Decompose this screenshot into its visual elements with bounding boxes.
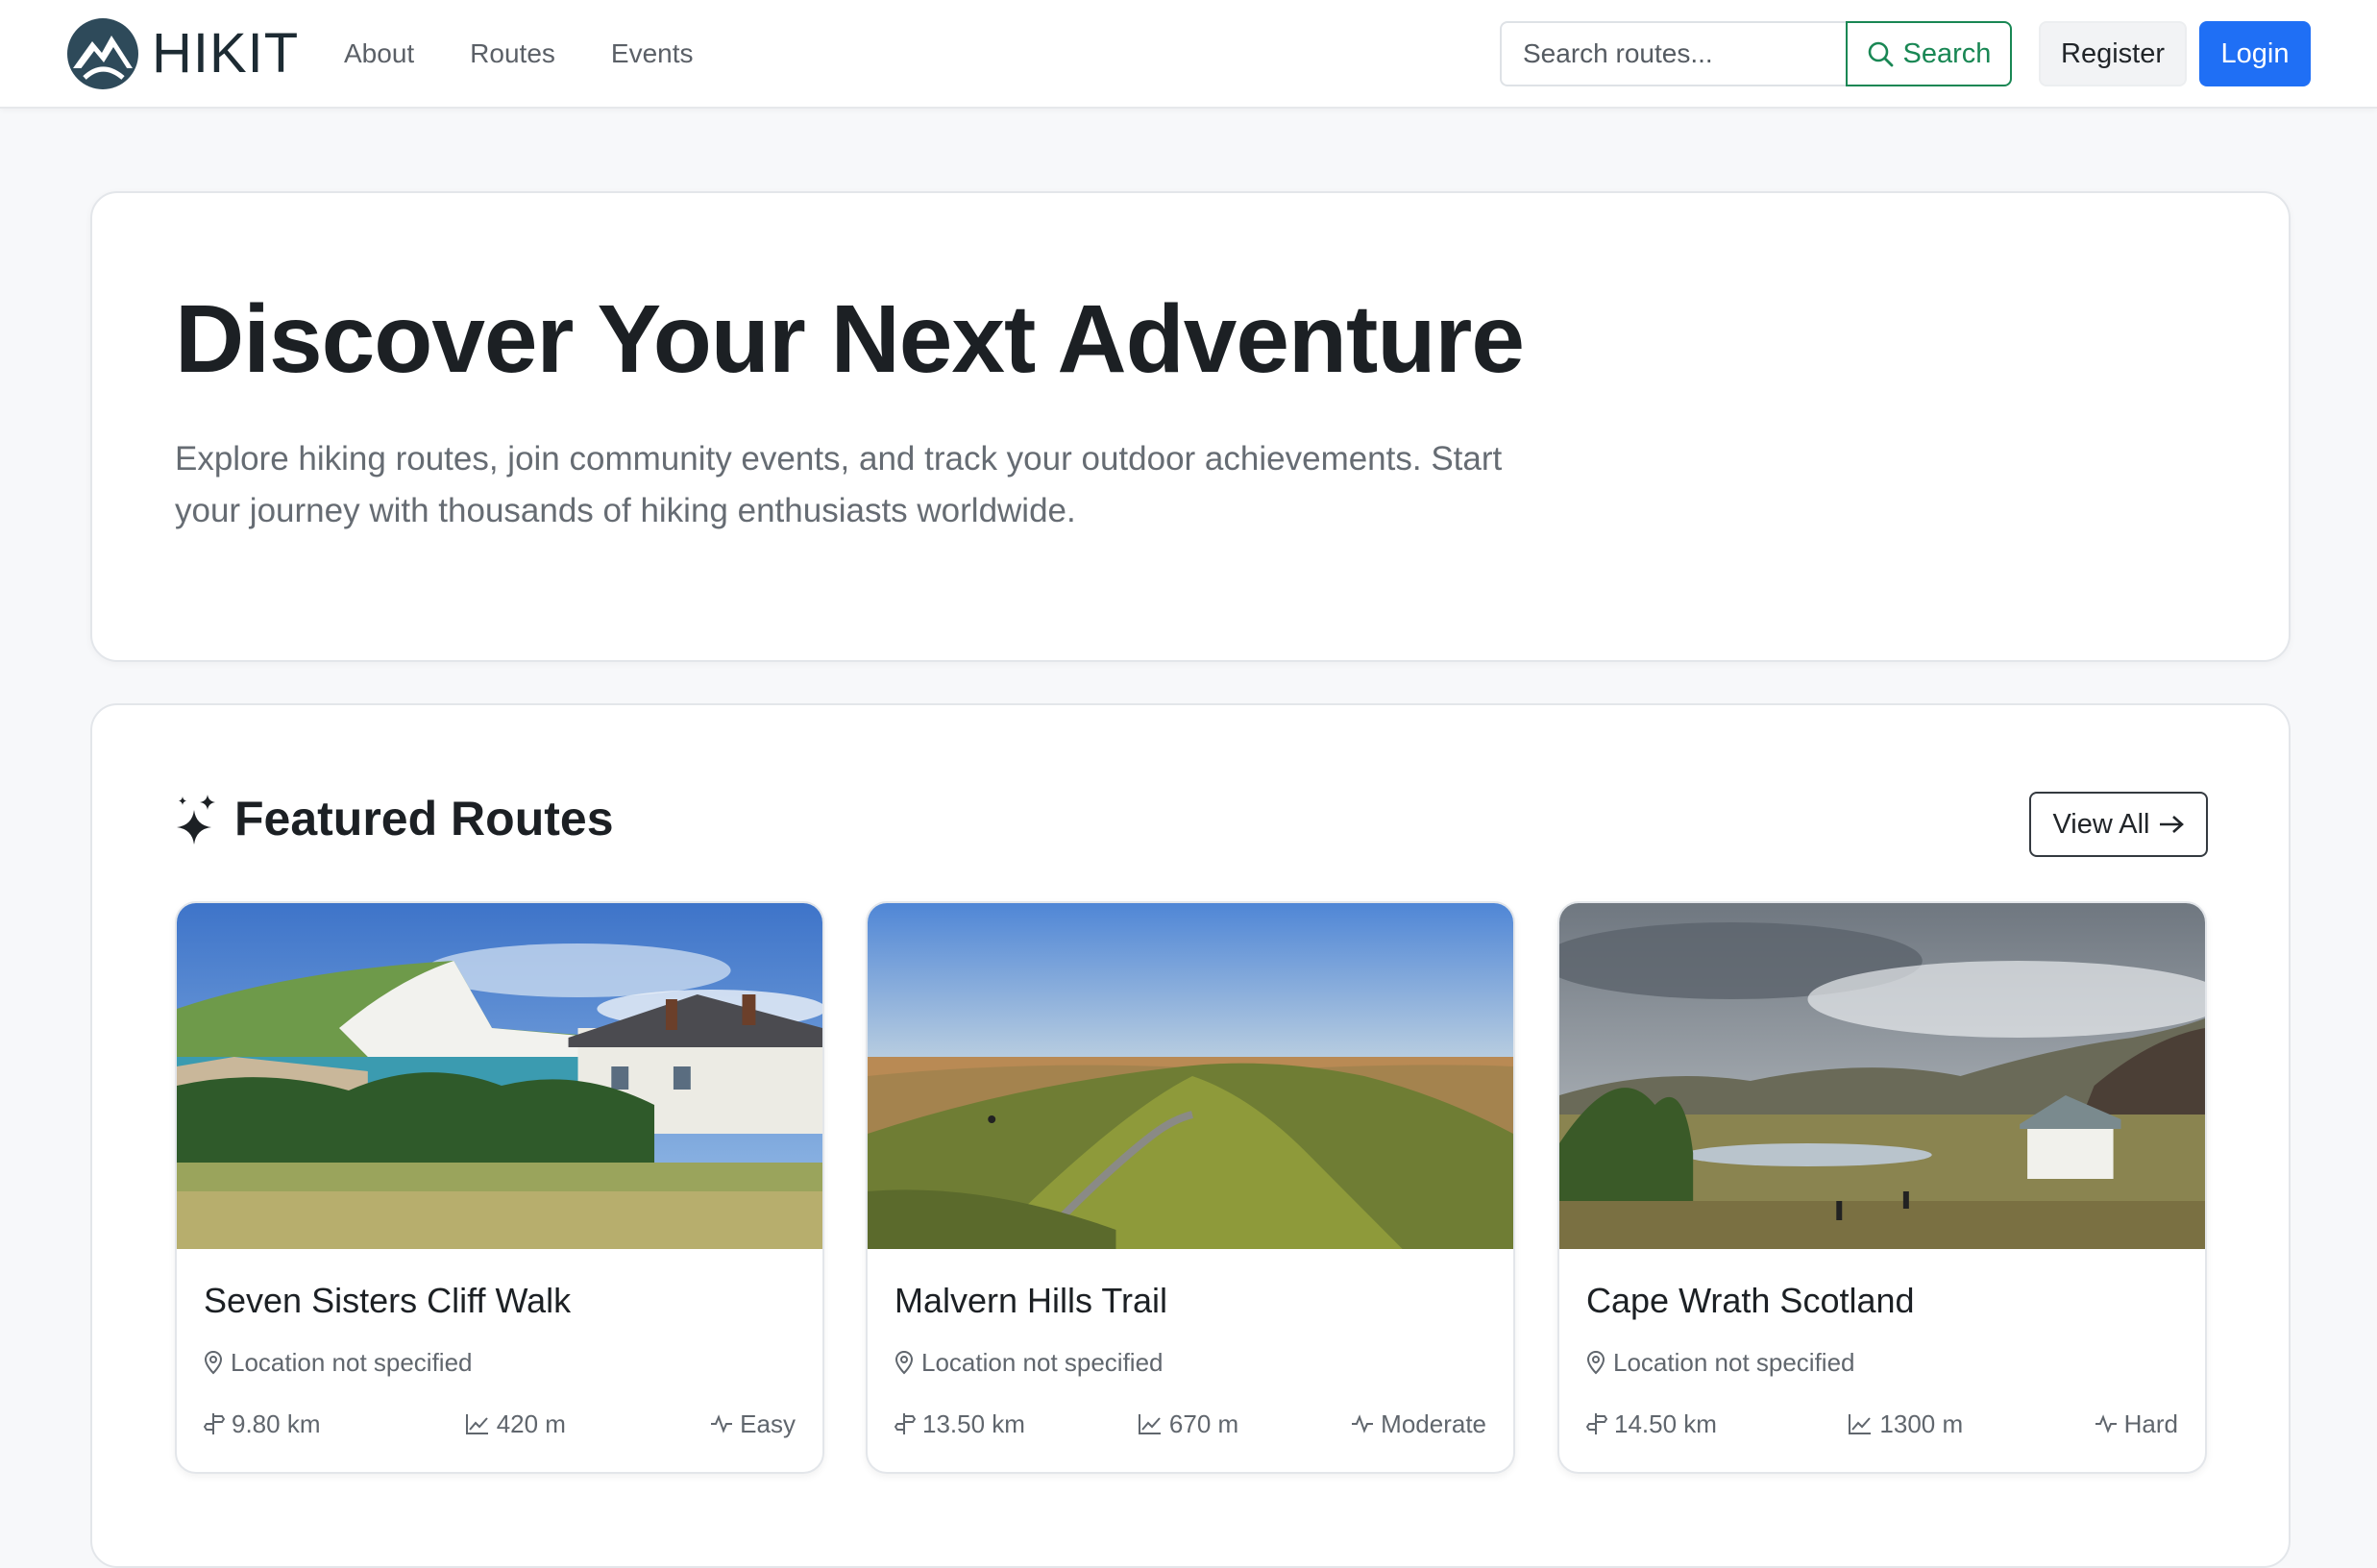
search-form: Search <box>1500 21 2012 86</box>
map-pin-icon <box>894 1350 914 1375</box>
route-difficulty-value: Hard <box>2123 1409 2178 1438</box>
activity-icon <box>710 1414 733 1433</box>
featured-section: Featured Routes View All Seven Sisters C… <box>90 703 2291 1568</box>
route-name: Cape Wrath Scotland <box>1586 1281 1915 1320</box>
navbar: HIKIT About Routes Events Search Registe… <box>0 0 2377 109</box>
route-distance: 13.50 km <box>894 1409 1025 1439</box>
activity-icon <box>2095 1414 2118 1433</box>
route-stats: 14.50 km 1300 m Hard <box>1586 1409 2178 1439</box>
chart-line-icon <box>1138 1412 1163 1435</box>
map-pin-icon <box>1586 1350 1605 1375</box>
route-distance-value: 13.50 km <box>922 1409 1025 1438</box>
route-image-cape-wrath <box>1559 903 2205 1249</box>
route-stats: 9.80 km 420 m Easy <box>204 1409 796 1439</box>
route-distance: 9.80 km <box>204 1409 321 1439</box>
route-location-text: Location not specified <box>231 1348 473 1377</box>
route-distance-value: 9.80 km <box>232 1409 321 1438</box>
route-distance: 14.50 km <box>1586 1409 1717 1439</box>
mountain-logo-icon <box>67 18 138 89</box>
route-image-seven-sisters <box>177 903 822 1249</box>
route-difficulty: Easy <box>710 1409 796 1439</box>
activity-icon <box>1351 1414 1374 1433</box>
nav-events[interactable]: Events <box>611 33 694 75</box>
view-all-label: View All <box>2052 808 2150 840</box>
route-difficulty-value: Easy <box>740 1409 796 1438</box>
route-difficulty: Moderate <box>1351 1409 1486 1439</box>
chart-line-icon <box>1848 1412 1873 1435</box>
route-difficulty: Hard <box>2095 1409 2178 1439</box>
nav-about[interactable]: About <box>344 33 414 75</box>
search-input[interactable] <box>1500 21 1846 86</box>
route-elevation: 420 m <box>465 1409 566 1439</box>
arrow-right-icon <box>2158 813 2185 836</box>
search-button[interactable]: Search <box>1846 21 2012 86</box>
route-difficulty-value: Moderate <box>1381 1409 1486 1438</box>
route-image-malvern-hills <box>868 903 1513 1249</box>
route-location: Location not specified <box>894 1347 1164 1378</box>
sparkles-icon <box>175 793 217 845</box>
route-stats: 13.50 km 670 m Moderate <box>894 1409 1486 1439</box>
featured-header: Featured Routes <box>175 790 614 847</box>
brand-name: HIKIT <box>152 22 300 85</box>
nav-links: About Routes Events <box>344 33 749 75</box>
route-name: Seven Sisters Cliff Walk <box>204 1281 572 1320</box>
route-card-seven-sisters[interactable]: Seven Sisters Cliff Walk Location not sp… <box>175 901 824 1474</box>
route-name: Malvern Hills Trail <box>894 1281 1168 1320</box>
route-location-text: Location not specified <box>921 1348 1164 1377</box>
route-location: Location not specified <box>1586 1347 1855 1378</box>
route-location-text: Location not specified <box>1613 1348 1855 1377</box>
route-elevation-value: 1300 m <box>1879 1409 1964 1438</box>
signpost-icon <box>894 1411 916 1436</box>
nav-routes[interactable]: Routes <box>470 33 555 75</box>
map-pin-icon <box>204 1350 223 1375</box>
view-all-button[interactable]: View All <box>2029 792 2208 857</box>
featured-title: Featured Routes <box>234 792 614 845</box>
route-elevation-value: 420 m <box>496 1409 566 1438</box>
route-location: Location not specified <box>204 1347 473 1378</box>
route-card-malvern-hills[interactable]: Malvern Hills Trail Location not specifi… <box>866 901 1515 1474</box>
route-card-cape-wrath[interactable]: Cape Wrath Scotland Location not specifi… <box>1557 901 2207 1474</box>
route-elevation: 1300 m <box>1848 1409 1963 1439</box>
route-distance-value: 14.50 km <box>1614 1409 1717 1438</box>
signpost-icon <box>1586 1411 1607 1436</box>
chart-line-icon <box>465 1412 490 1435</box>
login-button[interactable]: Login <box>2199 21 2311 86</box>
route-elevation: 670 m <box>1138 1409 1238 1439</box>
hero-text: Explore hiking routes, join community ev… <box>175 440 1503 529</box>
search-icon <box>1867 40 1894 67</box>
brand[interactable]: HIKIT <box>67 18 299 89</box>
hero-title: Discover Your Next Adventure <box>175 285 1525 393</box>
register-button[interactable]: Register <box>2039 21 2187 86</box>
route-elevation-value: 670 m <box>1168 1409 1239 1438</box>
hero-card: Discover Your Next Adventure Explore hik… <box>90 191 2291 662</box>
search-button-label: Search <box>1902 37 1992 69</box>
signpost-icon <box>204 1411 225 1436</box>
